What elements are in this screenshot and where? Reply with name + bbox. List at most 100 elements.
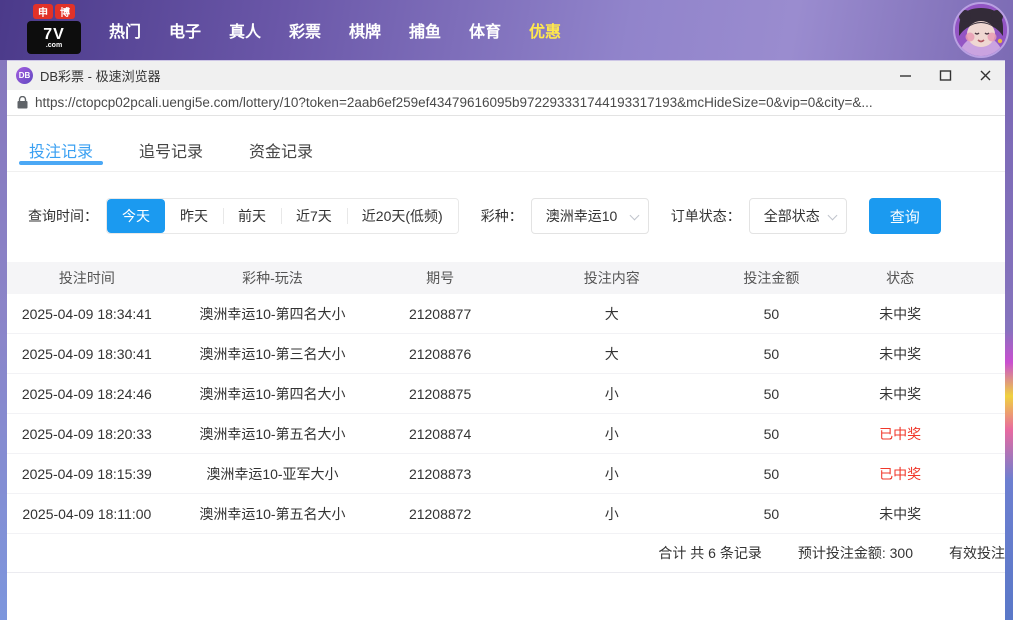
cell-content: 大 [502, 344, 722, 364]
cell-content: 小 [502, 424, 722, 444]
filter-bar: 查询时间： 今天昨天前天近7天近20天(低频) 彩种： 澳洲幸运10 订单状态：… [28, 198, 1005, 234]
cell-status: 未中奖 [821, 304, 979, 324]
url-bar[interactable]: https://ctopcp02pcali.uengi5e.com/lotter… [7, 90, 1005, 116]
page-content: 投注记录 追号记录 资金记录 查询时间： 今天昨天前天近7天近20天(低频) 彩种：… [7, 116, 1005, 620]
cell-game: 澳洲幸运10-第四名大小 [167, 304, 379, 324]
cell-issue: 21208877 [378, 306, 502, 322]
order-status-label: 订单状态： [671, 206, 741, 226]
brand-logo[interactable]: 申 博 7V .com [27, 4, 81, 56]
order-status-select[interactable]: 全部状态 [749, 198, 847, 234]
cell-issue: 21208872 [378, 506, 502, 522]
table-row: 2025-04-09 18:24:46澳洲幸运10-第四名大小21208875小… [7, 374, 1005, 414]
time-option-1[interactable]: 今天 [107, 199, 165, 233]
cell-amount: 50 [722, 506, 822, 522]
cell-issue: 21208876 [378, 346, 502, 362]
time-option-2[interactable]: 昨天 [165, 199, 223, 233]
maximize-button[interactable] [925, 61, 965, 90]
cell-amount: 50 [722, 386, 822, 402]
tab-3[interactable]: 资金记录 [249, 128, 313, 171]
logo-subtext: .com [46, 42, 62, 49]
cell-game: 澳洲幸运10-第五名大小 [167, 424, 379, 444]
minimize-button[interactable] [885, 61, 925, 90]
tab-1[interactable]: 投注记录 [29, 128, 93, 171]
summary-expected-amount: 预计投注金额: 300 [798, 543, 913, 563]
nav-item-8[interactable]: 优惠 [515, 18, 575, 42]
avatar[interactable] [953, 2, 1009, 58]
cell-status: 已中奖 [821, 464, 979, 484]
time-option-4[interactable]: 近7天 [281, 199, 347, 233]
window-titlebar: DB DB彩票 - 极速浏览器 [7, 61, 1005, 90]
table-row: 2025-04-09 18:30:41澳洲幸运10-第三名大小21208876大… [7, 334, 1005, 374]
top-nav: 申 博 7V .com 热门电子真人彩票棋牌捕鱼体育优惠 [0, 0, 1013, 60]
cell-issue: 21208874 [378, 426, 502, 442]
query-button[interactable]: 查询 [869, 198, 941, 234]
logo-main: 7V .com [27, 21, 81, 54]
close-button[interactable] [965, 61, 1005, 90]
table-row: 2025-04-09 18:11:00澳洲幸运10-第五名大小21208872小… [7, 494, 1005, 534]
chevron-down-icon [629, 211, 639, 221]
cell-amount: 50 [722, 426, 822, 442]
lottery-select[interactable]: 澳洲幸运10 [531, 198, 649, 234]
screen: 申 博 7V .com 热门电子真人彩票棋牌捕鱼体育优惠 [0, 0, 1013, 620]
table-row: 2025-04-09 18:15:39澳洲幸运10-亚军大小21208873小5… [7, 454, 1005, 494]
column-header-3: 期号 [378, 268, 502, 288]
cell-time: 2025-04-09 18:24:46 [7, 386, 167, 402]
nav-item-2[interactable]: 电子 [155, 18, 215, 42]
nav-item-3[interactable]: 真人 [215, 18, 275, 42]
logo-badges: 申 博 [27, 4, 81, 19]
time-filter-label: 查询时间： [28, 206, 98, 226]
url-text: https://ctopcp02pcali.uengi5e.com/lotter… [35, 95, 873, 110]
cell-game: 澳洲幸运10-第四名大小 [167, 384, 379, 404]
nav-item-4[interactable]: 彩票 [275, 18, 335, 42]
avatar-illustration [955, 4, 1007, 56]
cell-game: 澳洲幸运10-亚军大小 [167, 464, 379, 484]
cell-time: 2025-04-09 18:11:00 [7, 506, 167, 522]
cell-amount: 50 [722, 346, 822, 362]
cell-content: 小 [502, 384, 722, 404]
bet-records-table: 投注时间彩种-玩法期号投注内容投注金额状态 2025-04-09 18:34:4… [7, 262, 1005, 534]
cell-content: 大 [502, 304, 722, 324]
column-header-4: 投注内容 [502, 268, 722, 288]
summary-total: 合计 共 6 条记录 [658, 543, 761, 563]
cell-game: 澳洲幸运10-第三名大小 [167, 344, 379, 364]
cell-status: 未中奖 [821, 504, 979, 524]
tab-2[interactable]: 追号记录 [139, 128, 203, 171]
cell-status: 未中奖 [821, 384, 979, 404]
time-option-5[interactable]: 近20天(低频) [347, 199, 458, 233]
window-controls [885, 61, 1005, 90]
cell-time: 2025-04-09 18:34:41 [7, 306, 167, 322]
cell-status: 未中奖 [821, 344, 979, 364]
cell-status: 已中奖 [821, 424, 979, 444]
cell-game: 澳洲幸运10-第五名大小 [167, 504, 379, 524]
nav-item-6[interactable]: 捕鱼 [395, 18, 455, 42]
nav-item-5[interactable]: 棋牌 [335, 18, 395, 42]
summary-valid-amount: 有效投注金 [949, 543, 1005, 563]
cell-time: 2025-04-09 18:30:41 [7, 346, 167, 362]
order-status-value: 全部状态 [764, 206, 820, 226]
column-header-2: 彩种-玩法 [167, 268, 379, 288]
window-title: DB彩票 - 极速浏览器 [40, 66, 161, 85]
nav-item-7[interactable]: 体育 [455, 18, 515, 42]
cell-issue: 21208873 [378, 466, 502, 482]
logo-badge-left: 申 [33, 4, 53, 19]
column-header-1: 投注时间 [7, 268, 167, 288]
cell-amount: 50 [722, 466, 822, 482]
lottery-select-value: 澳洲幸运10 [546, 206, 618, 226]
column-header-6: 状态 [821, 268, 979, 288]
table-body: 2025-04-09 18:34:41澳洲幸运10-第四名大小21208877大… [7, 294, 1005, 534]
browser-window: DB DB彩票 - 极速浏览器 https://ctopcp02pcali.ue… [7, 60, 1005, 620]
table-row: 2025-04-09 18:34:41澳洲幸运10-第四名大小21208877大… [7, 294, 1005, 334]
cell-amount: 50 [722, 306, 822, 322]
page-edge-right [1005, 60, 1013, 620]
logo-text: 7V [43, 27, 65, 42]
logo-badge-right: 博 [55, 4, 75, 19]
time-option-3[interactable]: 前天 [223, 199, 281, 233]
table-header-row: 投注时间彩种-玩法期号投注内容投注金额状态 [7, 262, 1005, 294]
lock-icon [17, 96, 28, 109]
cell-time: 2025-04-09 18:15:39 [7, 466, 167, 482]
cell-time: 2025-04-09 18:20:33 [7, 426, 167, 442]
summary-bar: 合计 共 6 条记录 预计投注金额: 300 有效投注金 [7, 534, 1005, 573]
cell-content: 小 [502, 504, 722, 524]
nav-item-1[interactable]: 热门 [95, 18, 155, 42]
nav-menu: 热门电子真人彩票棋牌捕鱼体育优惠 [95, 0, 575, 60]
